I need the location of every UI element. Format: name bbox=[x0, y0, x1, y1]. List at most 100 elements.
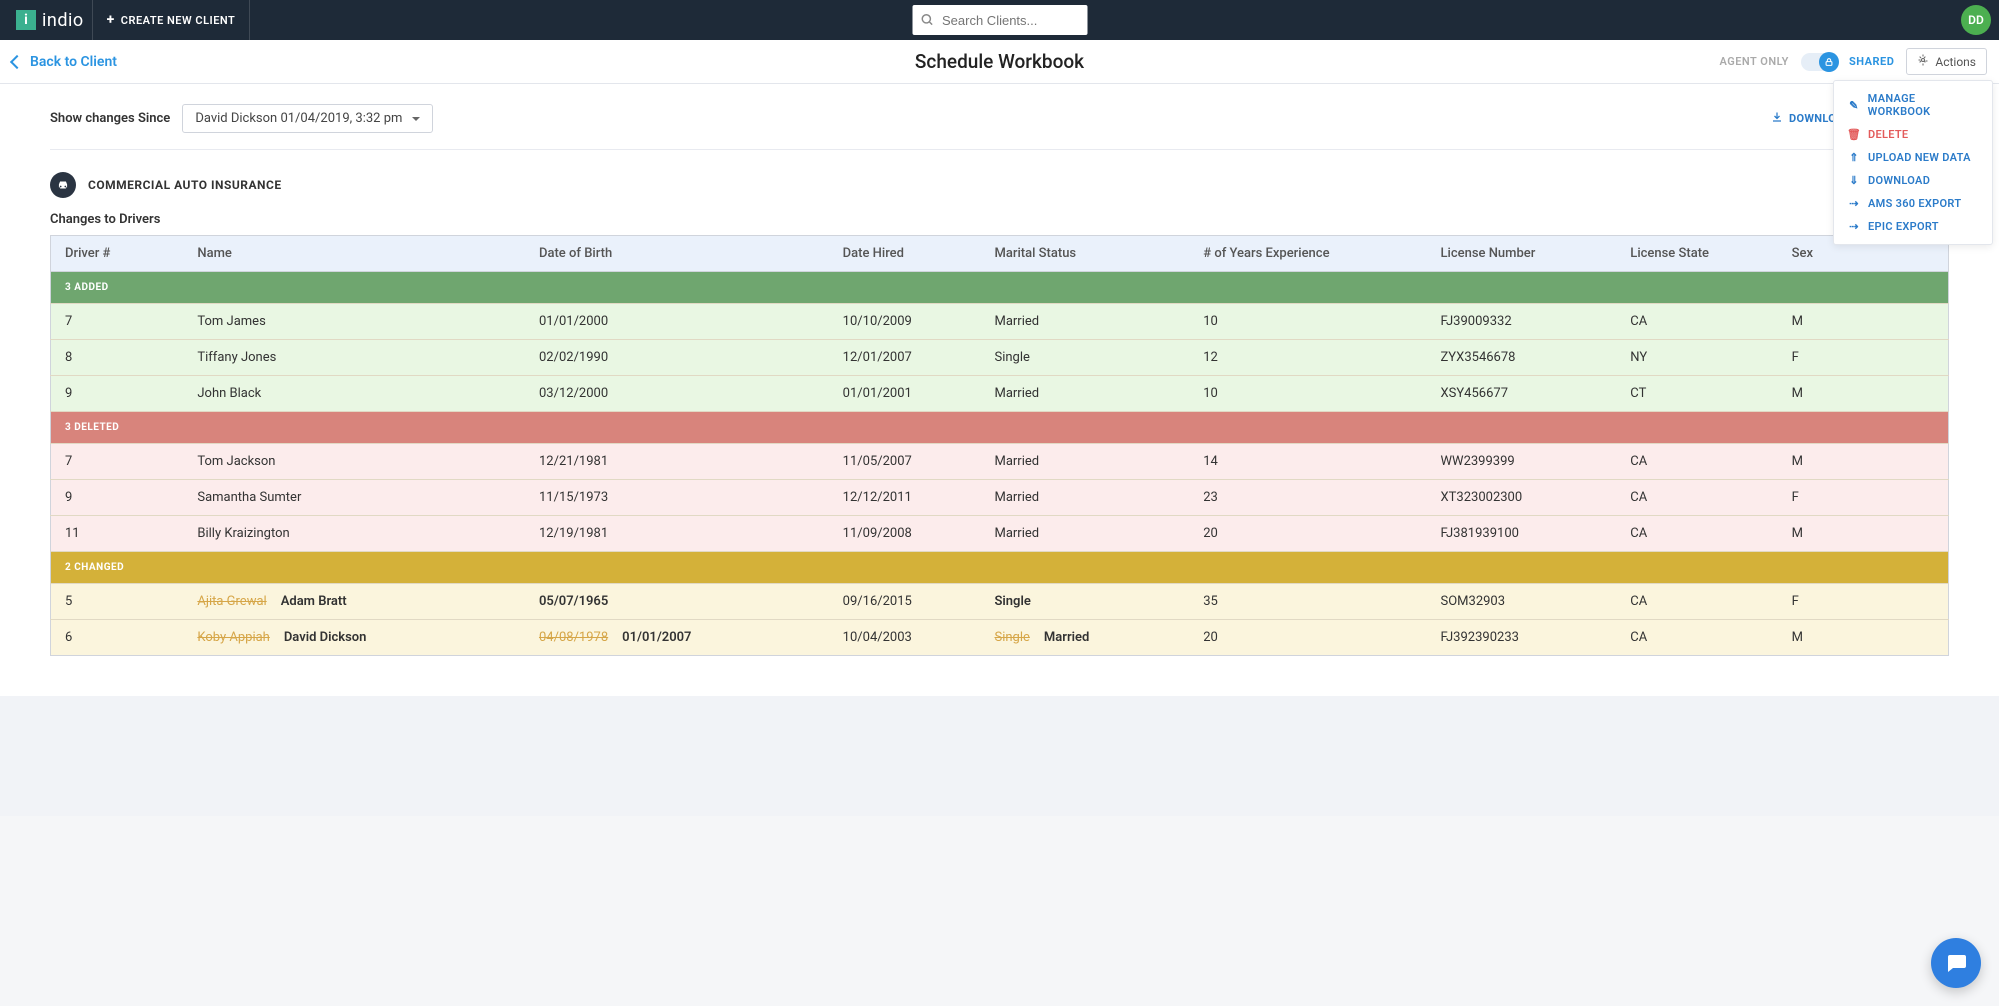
cell-sex: M bbox=[1778, 304, 1949, 340]
content: Show changes Since David Dickson 01/04/2… bbox=[0, 84, 1999, 696]
actions-button[interactable]: Actions bbox=[1906, 48, 1987, 75]
search-input[interactable] bbox=[912, 5, 1087, 35]
table-row: 5Ajita GrewalAdam Bratt05/07/196509/16/2… bbox=[51, 584, 1949, 620]
menu-upload-new-data[interactable]: ⇑UPLOAD NEW DATA bbox=[1834, 146, 1992, 169]
cell-sex: F bbox=[1778, 584, 1949, 620]
menu-delete[interactable]: 🗑DELETE bbox=[1834, 123, 1992, 146]
cell-license: FJ381939100 bbox=[1427, 516, 1617, 552]
cell-name: Billy Kraizington bbox=[183, 516, 525, 552]
cell-name: Samantha Sumter bbox=[183, 480, 525, 516]
cell-sex: F bbox=[1778, 340, 1949, 376]
group-header: 3 ADDED bbox=[51, 272, 1949, 304]
cell-marital: Married bbox=[980, 480, 1189, 516]
cell-name: John Black bbox=[183, 376, 525, 412]
menu-ams360-export[interactable]: ⇢AMS 360 EXPORT bbox=[1834, 192, 1992, 215]
cell-marital: Single bbox=[980, 584, 1189, 620]
cell-marital: SingleMarried bbox=[980, 620, 1189, 656]
avatar[interactable]: DD bbox=[1961, 5, 1991, 35]
logo-icon: i bbox=[16, 10, 36, 30]
create-client-button[interactable]: + CREATE NEW CLIENT bbox=[92, 0, 251, 40]
table-row: 7Tom Jackson12/21/198111/05/2007Married1… bbox=[51, 444, 1949, 480]
menu-manage-workbook[interactable]: ✎MANAGE WORKBOOK bbox=[1834, 87, 1992, 123]
plus-icon: + bbox=[107, 12, 115, 28]
group-header: 2 CHANGED bbox=[51, 552, 1949, 584]
chevron-left-icon bbox=[10, 54, 24, 68]
cell-marital: Married bbox=[980, 516, 1189, 552]
cell-name: Tom Jackson bbox=[183, 444, 525, 480]
col-marital: Marital Status bbox=[980, 236, 1189, 272]
footer-space bbox=[0, 696, 1999, 816]
cell-dob: 01/01/2000 bbox=[525, 304, 829, 340]
back-button[interactable]: Back to Client bbox=[12, 54, 117, 70]
group-label: 3 ADDED bbox=[51, 272, 1949, 304]
col-dob: Date of Birth bbox=[525, 236, 829, 272]
cell-num: 5 bbox=[51, 584, 184, 620]
create-client-label: CREATE NEW CLIENT bbox=[121, 14, 236, 27]
cell-hired: 11/05/2007 bbox=[829, 444, 981, 480]
export-icon: ⇢ bbox=[1848, 221, 1860, 233]
cell-num: 8 bbox=[51, 340, 184, 376]
lock-icon bbox=[1819, 52, 1839, 72]
cell-hired: 10/10/2009 bbox=[829, 304, 981, 340]
section-title: COMMERCIAL AUTO INSURANCE bbox=[88, 178, 282, 192]
col-name: Name bbox=[183, 236, 525, 272]
car-icon bbox=[50, 172, 76, 198]
cell-num: 9 bbox=[51, 376, 184, 412]
cell-dob: 04/08/197801/01/2007 bbox=[525, 620, 829, 656]
cell-license: WW2399399 bbox=[1427, 444, 1617, 480]
cell-hired: 12/12/2011 bbox=[829, 480, 981, 516]
cell-state: CT bbox=[1616, 376, 1777, 412]
subbar: Back to Client Schedule Workbook AGENT O… bbox=[0, 40, 1999, 84]
drivers-table: Driver # Name Date of Birth Date Hired M… bbox=[50, 235, 1949, 656]
search-icon bbox=[920, 12, 934, 31]
export-icon: ⇢ bbox=[1848, 198, 1860, 210]
share-toggle[interactable] bbox=[1801, 53, 1837, 71]
cell-years: 23 bbox=[1189, 480, 1426, 516]
cell-years: 14 bbox=[1189, 444, 1426, 480]
caret-down-icon bbox=[412, 117, 420, 121]
group-label: 2 CHANGED bbox=[51, 552, 1949, 584]
menu-download[interactable]: ⇓DOWNLOAD bbox=[1834, 169, 1992, 192]
col-years: # of Years Experience bbox=[1189, 236, 1426, 272]
cell-license: XT323002300 bbox=[1427, 480, 1617, 516]
cell-dob: 05/07/1965 bbox=[525, 584, 829, 620]
cell-state: NY bbox=[1616, 340, 1777, 376]
cell-license: SOM32903 bbox=[1427, 584, 1617, 620]
upload-icon: ⇑ bbox=[1848, 152, 1860, 164]
cell-marital: Single bbox=[980, 340, 1189, 376]
old-value: Ajita Grewal bbox=[197, 594, 266, 609]
group-label: 3 DELETED bbox=[51, 412, 1949, 444]
table-header-row: Driver # Name Date of Birth Date Hired M… bbox=[51, 236, 1949, 272]
cell-sex: M bbox=[1778, 376, 1949, 412]
cell-num: 7 bbox=[51, 444, 184, 480]
cell-years: 10 bbox=[1189, 304, 1426, 340]
cell-marital: Married bbox=[980, 376, 1189, 412]
download-icon: ⇓ bbox=[1848, 175, 1860, 187]
cell-license: FJ39009332 bbox=[1427, 304, 1617, 340]
table-row: 11Billy Kraizington12/19/198111/09/2008M… bbox=[51, 516, 1949, 552]
old-value: Koby Appiah bbox=[197, 630, 269, 645]
group-header: 3 DELETED bbox=[51, 412, 1949, 444]
brand-logo[interactable]: i indio bbox=[8, 10, 92, 31]
new-value: David Dickson bbox=[284, 630, 367, 645]
show-changes-label: Show changes Since bbox=[50, 111, 170, 126]
agent-only-label: AGENT ONLY bbox=[1719, 55, 1789, 68]
changes-since-picker[interactable]: David Dickson 01/04/2019, 3:32 pm bbox=[182, 104, 433, 133]
cell-state: CA bbox=[1616, 304, 1777, 340]
cell-dob: 02/02/1990 bbox=[525, 340, 829, 376]
cell-state: CA bbox=[1616, 480, 1777, 516]
new-value: Adam Bratt bbox=[281, 594, 347, 609]
chat-widget[interactable] bbox=[1931, 938, 1981, 988]
col-date-hired: Date Hired bbox=[829, 236, 981, 272]
cell-hired: 10/04/2003 bbox=[829, 620, 981, 656]
cell-license: FJ392390233 bbox=[1427, 620, 1617, 656]
old-value: 04/08/1978 bbox=[539, 630, 608, 645]
cell-state: CA bbox=[1616, 516, 1777, 552]
changes-since-value: David Dickson 01/04/2019, 3:32 pm bbox=[195, 111, 402, 126]
cell-hired: 12/01/2007 bbox=[829, 340, 981, 376]
back-label: Back to Client bbox=[30, 54, 117, 70]
menu-epic-export[interactable]: ⇢EPIC EXPORT bbox=[1834, 215, 1992, 238]
cell-dob: 12/19/1981 bbox=[525, 516, 829, 552]
cell-num: 9 bbox=[51, 480, 184, 516]
trash-icon: 🗑 bbox=[1848, 129, 1860, 141]
